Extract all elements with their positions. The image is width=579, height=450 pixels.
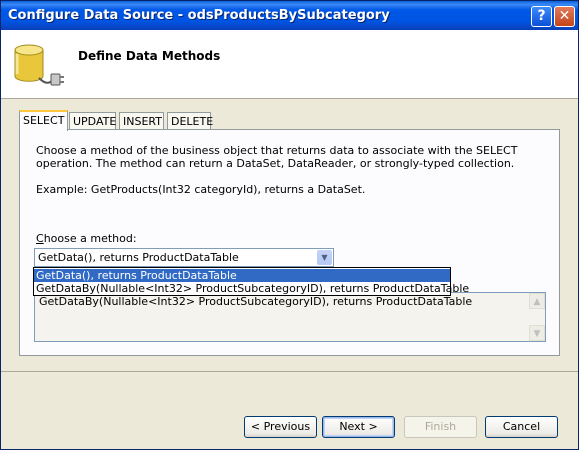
- page-title: Define Data Methods: [78, 49, 221, 63]
- select-tab-panel: Choose a method of the business object t…: [19, 129, 560, 356]
- tab-delete[interactable]: DELETE: [167, 112, 213, 130]
- method-option-getdataby[interactable]: GetDataBy(Nullable<Int32> ProductSubcate…: [34, 282, 469, 295]
- choose-method-label-rest: hoose a method:: [43, 232, 137, 245]
- cancel-button[interactable]: Cancel: [485, 416, 558, 438]
- tab-insert[interactable]: INSERT: [119, 112, 164, 130]
- title-bar[interactable]: Configure Data Source - odsProductsBySub…: [1, 1, 578, 31]
- scroll-down-icon[interactable]: ▼: [529, 325, 545, 341]
- choose-method-label-first: C: [36, 232, 44, 245]
- method-signature-box: GetDataBy(Nullable<Int32> ProductSubcate…: [34, 292, 546, 342]
- finish-button[interactable]: Finish: [404, 416, 477, 438]
- method-select-value: GetData(), returns ProductDataTable: [38, 251, 239, 264]
- signature-scrollbar[interactable]: ▲ ▼: [529, 293, 545, 341]
- close-button[interactable]: ✕: [554, 6, 575, 27]
- footer-divider: [1, 371, 578, 372]
- tab-update[interactable]: UPDATE: [69, 112, 116, 130]
- method-example: Example: GetProducts(Int32 categoryId), …: [36, 183, 366, 196]
- help-button[interactable]: ?: [531, 6, 552, 27]
- previous-button[interactable]: < Previous: [244, 416, 317, 438]
- database-plug-icon: [14, 44, 64, 86]
- chevron-down-icon[interactable]: ▼: [317, 250, 332, 265]
- configure-data-source-dialog: Configure Data Source - odsProductsBySub…: [0, 0, 579, 450]
- next-button[interactable]: Next >: [322, 416, 395, 438]
- method-signature-text: GetDataBy(Nullable<Int32> ProductSubcate…: [39, 295, 473, 308]
- method-option-getdata[interactable]: GetData(), returns ProductDataTable: [34, 269, 450, 282]
- scroll-up-icon[interactable]: ▲: [529, 293, 545, 309]
- wizard-header: Define Data Methods: [1, 30, 578, 99]
- method-select[interactable]: GetData(), returns ProductDataTable ▼: [34, 248, 334, 267]
- window-title: Configure Data Source - odsProductsBySub…: [8, 8, 390, 23]
- method-description: Choose a method of the business object t…: [36, 144, 518, 170]
- method-dropdown-list[interactable]: GetData(), returns ProductDataTable GetD…: [33, 267, 469, 296]
- tab-select[interactable]: SELECT: [19, 110, 68, 131]
- choose-method-label: Choose a method:: [36, 232, 137, 245]
